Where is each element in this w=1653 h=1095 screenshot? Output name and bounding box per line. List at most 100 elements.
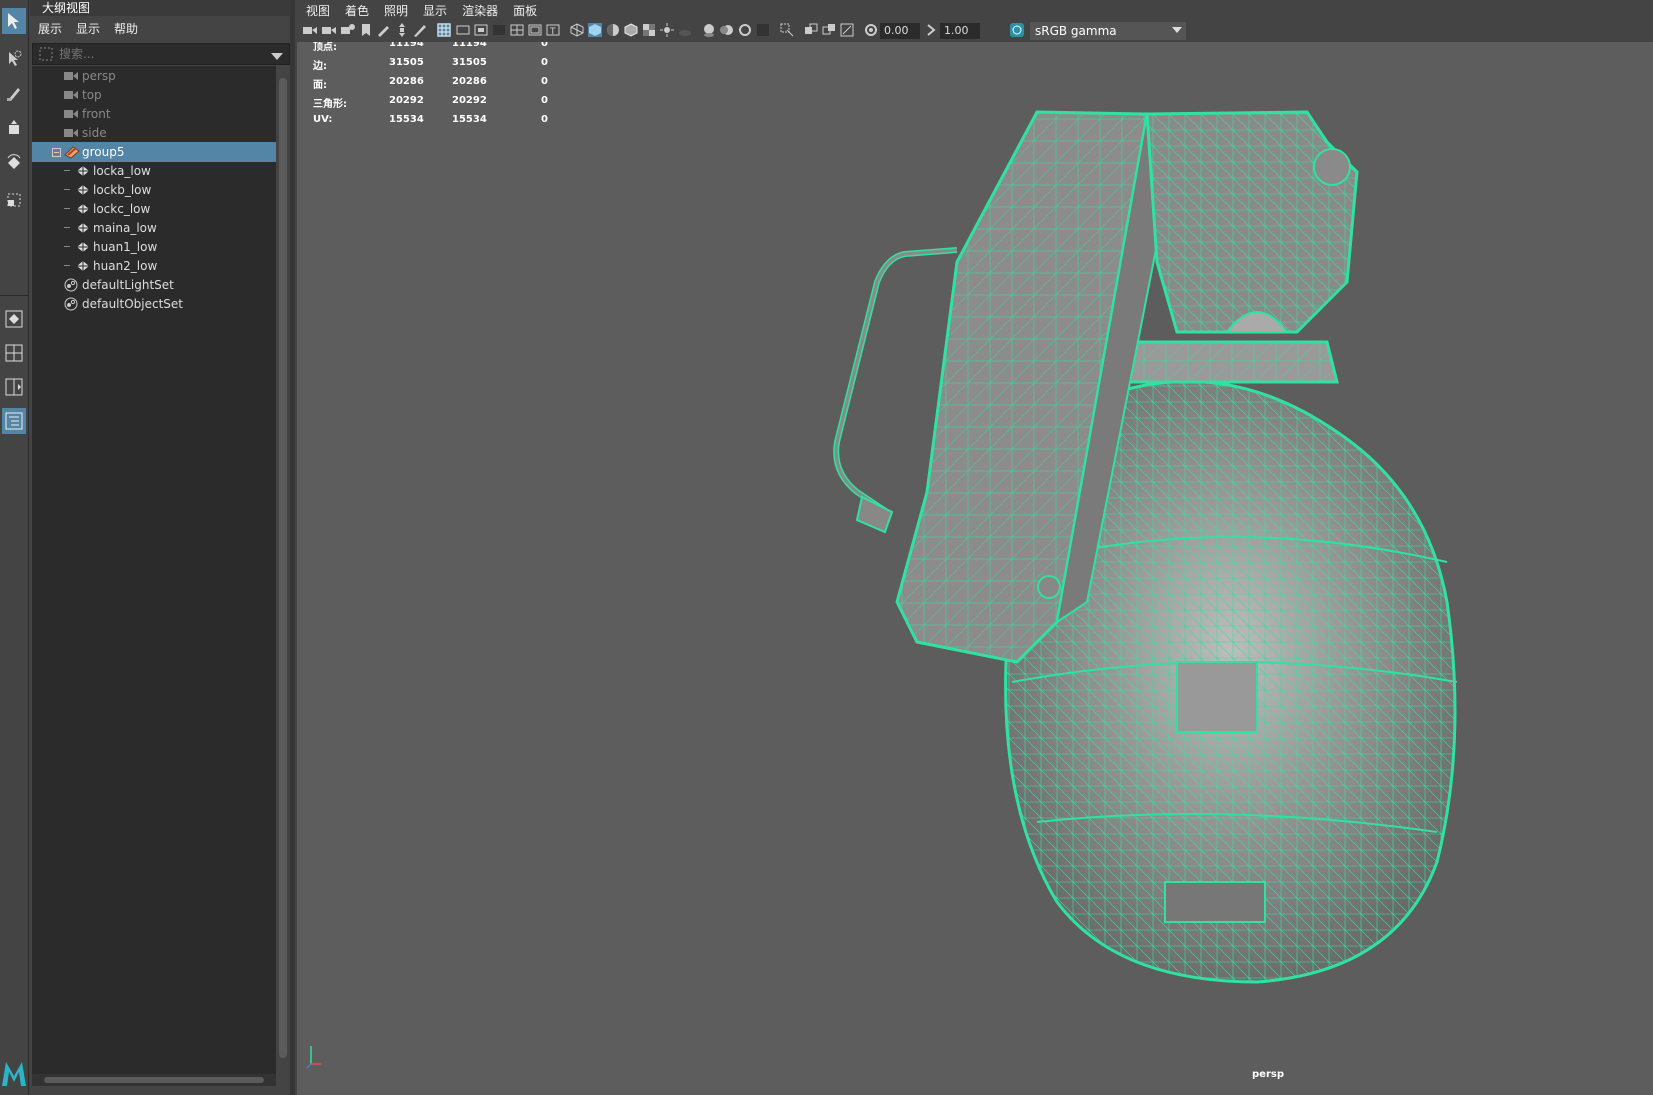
multisample-aa-icon[interactable]	[738, 23, 752, 37]
exposure-icon[interactable]	[864, 23, 878, 37]
field-chart-icon[interactable]	[510, 23, 524, 37]
panel-divider[interactable]	[290, 0, 295, 1095]
motion-blur-icon[interactable]	[720, 23, 734, 37]
resolution-gate-icon[interactable]	[474, 23, 488, 37]
bookmark-camera-icon[interactable]	[341, 23, 355, 37]
menu-item-display[interactable]: 展示	[38, 20, 62, 37]
single-view-icon[interactable]	[2, 306, 26, 332]
four-view-icon[interactable]	[2, 340, 26, 366]
set-icon	[64, 297, 78, 311]
tree-item-mesh-lockb-low[interactable]: lockb_low	[32, 180, 276, 200]
search-options-chevron-icon[interactable]	[271, 50, 283, 64]
side-by-side-icon[interactable]	[2, 374, 26, 400]
collapse-icon[interactable]	[52, 148, 61, 157]
tree-item-camera-persp[interactable]: persp	[32, 66, 276, 86]
use-all-lights-icon[interactable]	[660, 23, 674, 37]
use-default-material-icon[interactable]	[606, 23, 620, 37]
outliner-panel: 大纲视图 展示 显示 帮助 persp top front side	[30, 0, 290, 1095]
tree-item-set-default-light[interactable]: defaultLightSet	[32, 275, 276, 295]
tree-item-mesh-lockc-low[interactable]: lockc_low	[32, 199, 276, 219]
menu-item-panels[interactable]: 面板	[513, 2, 537, 19]
chevron-down-icon	[1172, 27, 1182, 33]
select-arrow-icon[interactable]	[2, 8, 26, 34]
search-filter-icon[interactable]	[39, 47, 53, 64]
xray-active-components-icon[interactable]	[822, 23, 836, 37]
menu-item-renderer[interactable]: 渲染器	[462, 2, 498, 19]
tree-item-camera-front[interactable]: front	[32, 104, 276, 124]
isolate-select-icon[interactable]	[780, 23, 794, 37]
paint-select-icon[interactable]	[2, 80, 26, 106]
tree-item-camera-side[interactable]: side	[32, 123, 276, 143]
outliner-vertical-scrollbar[interactable]	[278, 66, 288, 1072]
smooth-shade-icon[interactable]	[588, 23, 602, 37]
grease-pencil-icon[interactable]	[377, 23, 391, 37]
scrollbar-thumb[interactable]	[279, 78, 287, 1058]
tree-item-camera-top[interactable]: top	[32, 85, 276, 105]
grid-icon[interactable]	[437, 23, 451, 37]
tree-item-label: locka_low	[93, 164, 151, 178]
menu-item-shading[interactable]: 着色	[345, 2, 369, 19]
outliner-horizontal-scrollbar[interactable]	[32, 1074, 276, 1086]
film-gate-icon[interactable]	[456, 23, 470, 37]
mesh-icon	[77, 223, 89, 233]
camera-icon	[64, 110, 78, 118]
mesh-icon	[77, 204, 89, 214]
menu-item-view[interactable]: 视图	[306, 2, 330, 19]
menu-item-help[interactable]: 帮助	[114, 20, 138, 37]
outliner-layout-icon[interactable]	[2, 408, 26, 434]
2d-pan-zoom-icon[interactable]	[395, 23, 409, 37]
gamma-field[interactable]: 1.00	[940, 23, 980, 39]
scrollbar-thumb[interactable]	[44, 1077, 264, 1083]
xray-icon[interactable]	[804, 23, 818, 37]
search-input[interactable]	[59, 44, 249, 64]
tree-item-label: huan1_low	[93, 240, 158, 254]
menu-item-lighting[interactable]: 照明	[384, 2, 408, 19]
outliner-search-box	[32, 43, 290, 65]
grenade-mesh-wireframe[interactable]	[297, 42, 1653, 1095]
tree-item-mesh-huan2-low[interactable]: huan2_low	[32, 256, 276, 276]
safe-action-icon[interactable]	[528, 23, 542, 37]
camera-icon	[64, 129, 78, 137]
tree-connector	[64, 265, 70, 266]
color-management-icon[interactable]	[1010, 23, 1024, 37]
wireframe-icon[interactable]	[570, 23, 584, 37]
scale-icon[interactable]	[2, 186, 26, 212]
tree-item-label: defaultLightSet	[82, 278, 174, 292]
depth-of-field-icon[interactable]	[756, 23, 770, 37]
tree-item-mesh-maina-low[interactable]: maina_low	[32, 218, 276, 238]
gamma-icon[interactable]	[924, 23, 938, 37]
image-plane-icon[interactable]	[359, 23, 373, 37]
exposure-field[interactable]: 0.00	[880, 23, 920, 39]
tree-item-mesh-locka-low[interactable]: locka_low	[32, 161, 276, 181]
camera-attributes-icon[interactable]	[322, 23, 336, 37]
mesh-icon	[77, 261, 89, 271]
tree-item-set-default-object[interactable]: defaultObjectSet	[32, 294, 276, 314]
rotate-icon[interactable]	[2, 150, 26, 176]
menu-item-show[interactable]: 显示	[76, 20, 100, 37]
tree-item-label: top	[82, 88, 102, 102]
viewport-3d[interactable]: 顶点: 11194 11194 0 边: 31505 31505 0 面: 20…	[297, 42, 1653, 1095]
mesh-icon	[77, 242, 89, 252]
textured-icon[interactable]	[642, 23, 656, 37]
safe-title-icon[interactable]: T	[546, 23, 560, 37]
outliner-menu-bar: 展示 显示 帮助	[30, 16, 290, 40]
maya-logo	[1, 1058, 27, 1088]
move-icon[interactable]	[2, 116, 26, 142]
tree-connector	[64, 189, 70, 190]
pencil-icon[interactable]	[413, 23, 427, 37]
screen-space-ao-icon[interactable]	[702, 23, 716, 37]
tree-item-group5[interactable]: group5	[32, 142, 276, 162]
view-axis-icon	[306, 1046, 321, 1069]
shadows-icon[interactable]	[678, 23, 692, 37]
toolbox-separator	[0, 295, 28, 296]
tree-connector	[64, 208, 70, 209]
wireframe-on-shaded-icon[interactable]	[624, 23, 638, 37]
tree-connector	[64, 246, 70, 247]
color-space-dropdown[interactable]: sRGB gamma	[1030, 22, 1186, 40]
menu-item-show[interactable]: 显示	[423, 2, 447, 19]
tree-item-mesh-huan1-low[interactable]: huan1_low	[32, 237, 276, 257]
gate-mask-icon[interactable]	[492, 23, 506, 37]
lasso-icon[interactable]	[2, 46, 26, 72]
xray-joints-icon[interactable]	[840, 23, 854, 37]
select-camera-icon[interactable]	[303, 23, 317, 37]
